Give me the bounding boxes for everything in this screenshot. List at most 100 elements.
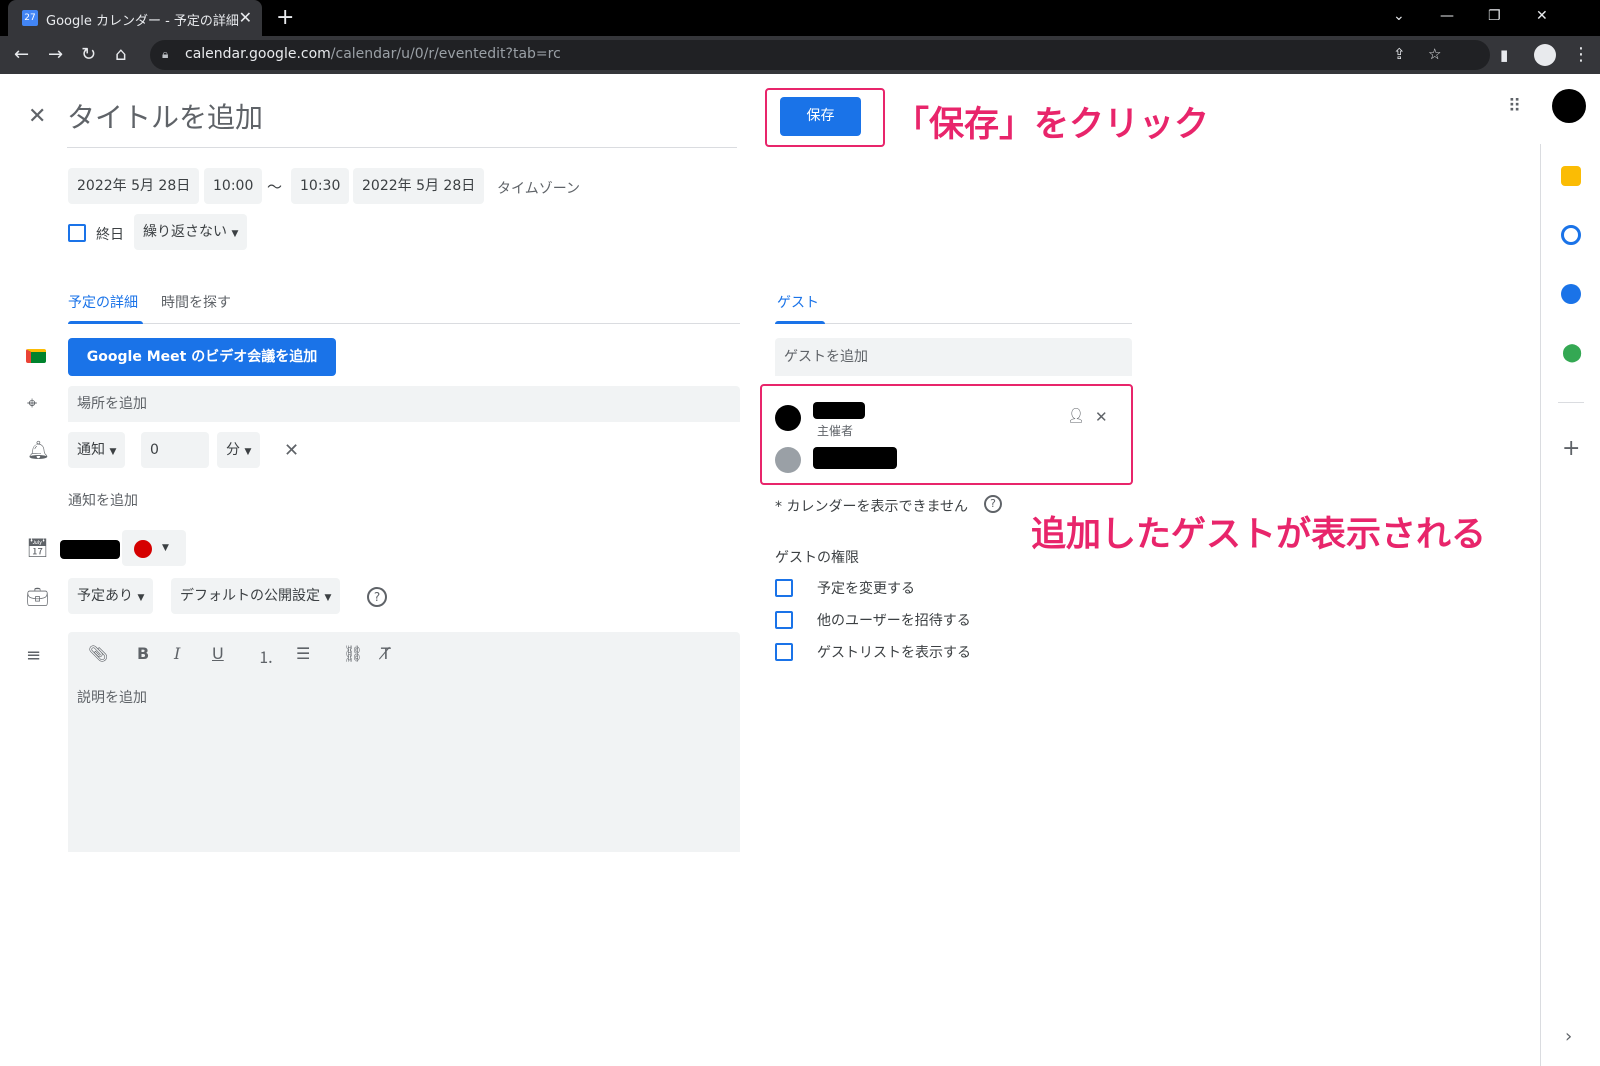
window-close-icon[interactable]: ✕	[1536, 8, 1548, 24]
organizer-label: 主催者	[817, 424, 854, 438]
remove-guest-icon[interactable]: ✕	[1095, 408, 1108, 426]
calendar-favicon-icon: 27	[22, 10, 38, 26]
description-editor[interactable]: 📎︎ B I U ⒈ ☰ ⛓︎ T̸ 説明を追加	[68, 632, 740, 852]
active-tab-indicator	[68, 321, 143, 324]
calendar-name-redacted	[60, 540, 120, 559]
tab-close-icon[interactable]: ✕	[239, 8, 252, 27]
location-input[interactable]: 場所を追加	[68, 386, 740, 422]
tab-search-icon[interactable]: ⌄	[1393, 8, 1405, 24]
bell-icon: 🔔︎	[27, 440, 50, 461]
organizer-name-redacted	[813, 402, 865, 419]
perm-modify-checkbox[interactable]	[775, 579, 793, 597]
save-annotation: 「保存」をクリック	[894, 105, 1210, 145]
tab-title: Google カレンダー - 予定の詳細	[46, 14, 239, 29]
repeat-dropdown[interactable]: 繰り返さない ▼	[134, 214, 248, 250]
tab-guests[interactable]: ゲスト	[777, 292, 819, 312]
add-notification-link[interactable]: 通知を追加	[68, 490, 138, 510]
guest-name-redacted	[813, 447, 897, 469]
maps-icon[interactable]: ⬤	[1562, 342, 1582, 363]
tab-divider	[68, 323, 740, 324]
side-panel-icon[interactable]: ▮	[1500, 46, 1508, 64]
perm-invite-label: 他のユーザーを招待する	[817, 613, 971, 629]
help-icon[interactable]: ?	[367, 587, 387, 607]
new-tab-icon[interactable]: +	[276, 5, 294, 30]
allday-checkbox[interactable]	[68, 224, 86, 242]
lock-icon[interactable]: 🔒︎	[162, 47, 168, 62]
calendar-unavailable-note: * カレンダーを表示できません	[775, 499, 969, 515]
busy-status-dropdown[interactable]: 予定あり ▼	[68, 578, 154, 614]
bulleted-list-icon[interactable]: ☰	[296, 644, 310, 663]
tab-event-details[interactable]: 予定の詳細	[68, 292, 138, 312]
calendar-color-dropdown[interactable]: ▼	[122, 530, 186, 566]
time-separator: 〜	[267, 178, 283, 196]
note-help-icon[interactable]: ?	[984, 495, 1002, 513]
timezone-link[interactable]: タイムゾーン	[497, 178, 580, 198]
browser-tab[interactable]: 27 Google カレンダー - 予定の詳細 ✕	[8, 0, 262, 36]
dropdown-arrow-icon: ▼	[162, 543, 169, 553]
notification-value-input[interactable]: 0	[141, 432, 209, 468]
contacts-icon[interactable]	[1561, 284, 1581, 304]
get-addons-plus-icon[interactable]: +	[1562, 436, 1580, 461]
underline-icon[interactable]: U	[212, 644, 224, 663]
browser-toolbar: ← → ↻ ⌂ 🔒︎ calendar.google.com/calendar/…	[0, 36, 1600, 74]
save-button[interactable]: 保存	[780, 97, 861, 136]
dropdown-arrow-icon: ▼	[324, 593, 332, 603]
start-time-chip[interactable]: 10:00	[204, 168, 263, 204]
calendar-icon: 📅︎	[26, 538, 49, 559]
clear-format-icon[interactable]: T̸	[381, 644, 391, 663]
apps-grid-icon[interactable]: ⠿	[1508, 96, 1521, 117]
expand-panel-chevron-icon[interactable]: ›	[1565, 1026, 1572, 1047]
italic-icon[interactable]: I	[174, 644, 180, 663]
add-meet-button[interactable]: Google Meet のビデオ会議を追加	[68, 338, 336, 376]
side-panel-separator	[1558, 402, 1584, 403]
remove-notification-icon[interactable]: ✕	[284, 440, 299, 461]
account-avatar[interactable]	[1552, 89, 1586, 123]
title-input[interactable]: タイトルを追加	[67, 98, 737, 148]
perm-invite-checkbox[interactable]	[775, 611, 793, 629]
perm-see-list-checkbox[interactable]	[775, 643, 793, 661]
perm-modify-label: 予定を変更する	[817, 581, 915, 597]
profile-avatar[interactable]	[1534, 44, 1556, 66]
notification-type-dropdown[interactable]: 通知 ▼	[68, 432, 126, 468]
browser-tab-bar: 27 Google カレンダー - 予定の詳細 ✕ + ⌄ — ❐ ✕	[0, 0, 1600, 36]
link-icon[interactable]: ⛓︎	[343, 644, 363, 663]
color-dot	[134, 540, 152, 558]
side-panel-divider	[1540, 144, 1541, 1066]
add-guest-input[interactable]: ゲストを追加	[775, 338, 1132, 376]
back-icon[interactable]: ←	[14, 44, 29, 65]
close-editor-icon[interactable]: ✕	[28, 104, 46, 129]
dropdown-arrow-icon: ▼	[109, 447, 117, 457]
tab-find-time[interactable]: 時間を探す	[161, 292, 231, 312]
reload-icon[interactable]: ↻	[81, 44, 96, 65]
visibility-dropdown[interactable]: デフォルトの公開設定 ▼	[171, 578, 341, 614]
description-icon: ≡	[26, 645, 42, 666]
guest-avatar	[775, 447, 801, 473]
keep-icon[interactable]	[1561, 166, 1581, 186]
start-date-chip[interactable]: 2022年 5月 28日	[68, 168, 200, 204]
restore-icon[interactable]: ❐	[1488, 8, 1501, 24]
tasks-icon[interactable]	[1561, 225, 1581, 245]
location-pin-icon: ⌖	[27, 393, 38, 414]
url-text: calendar.google.com/calendar/u/0/r/event…	[185, 46, 561, 62]
address-bar[interactable]: 🔒︎ calendar.google.com/calendar/u/0/r/ev…	[150, 40, 1490, 70]
bold-icon[interactable]: B	[137, 644, 149, 663]
end-date-chip[interactable]: 2022年 5月 28日	[353, 168, 485, 204]
permissions-title: ゲストの権限	[775, 550, 859, 566]
google-meet-icon	[26, 349, 46, 363]
dropdown-arrow-icon: ▼	[244, 447, 252, 457]
notification-unit-dropdown[interactable]: 分 ▼	[217, 432, 261, 468]
browser-menu-icon[interactable]: ⋮	[1572, 44, 1590, 65]
home-icon[interactable]: ⌂	[115, 44, 126, 65]
guest-annotation: 追加したゲストが表示される	[1031, 515, 1487, 555]
end-time-chip[interactable]: 10:30	[291, 168, 350, 204]
share-icon[interactable]: ⇪	[1393, 45, 1406, 63]
organizer-person-icon: 👤︎	[1067, 408, 1085, 424]
minimize-icon[interactable]: —	[1440, 8, 1454, 24]
forward-icon[interactable]: →	[48, 44, 63, 65]
bookmark-star-icon[interactable]: ☆	[1428, 45, 1441, 63]
allday-label: 終日	[96, 227, 124, 243]
organizer-avatar	[775, 405, 801, 431]
numbered-list-icon[interactable]: ⒈	[258, 644, 274, 668]
format-toolbar: 📎︎ B I U ⒈ ☰ ⛓︎ T̸	[68, 632, 740, 680]
attach-icon[interactable]: 📎︎	[88, 644, 108, 663]
